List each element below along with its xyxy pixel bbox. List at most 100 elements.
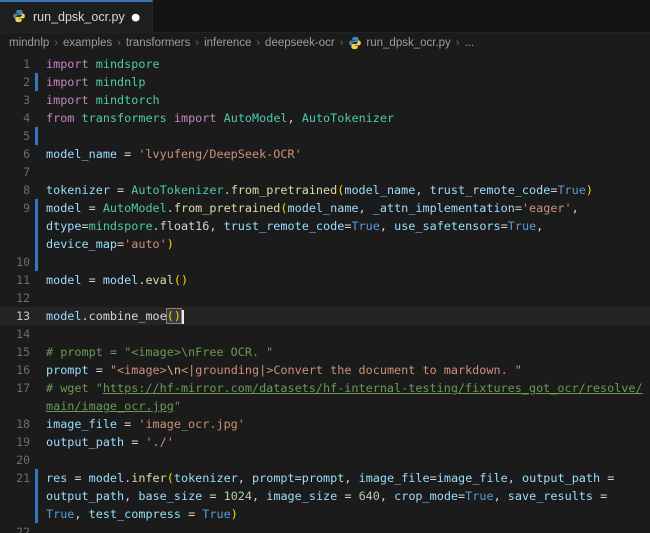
gutter	[30, 73, 46, 91]
code-line[interactable]: 3 import mindtorch	[0, 91, 650, 109]
code-token: True	[507, 219, 537, 233]
code-token: prompt	[252, 471, 295, 485]
code-line[interactable]: 1 import mindspore	[0, 55, 650, 73]
breadcrumb-item-inference[interactable]: inference	[204, 37, 251, 49]
code-token: mindtorch	[95, 93, 160, 107]
code-line[interactable]: 13 model.combine_moe()	[0, 307, 650, 325]
breadcrumb-separator: ›	[117, 37, 121, 49]
code-line[interactable]: 9 model = AutoModel.from_pretrained(model…	[0, 199, 650, 217]
code-text: tokenizer = AutoTokenizer.from_pretraine…	[46, 181, 650, 199]
code-line[interactable]: 6 model_name = 'lvyufeng/DeepSeek-OCR'	[0, 145, 650, 163]
breadcrumb-item--[interactable]: ...	[464, 37, 474, 49]
code-token: =	[514, 201, 522, 215]
code-token: output_path	[46, 435, 125, 449]
code-line[interactable]: 11 model = model.eval()	[0, 271, 650, 289]
line-number: 11	[16, 273, 30, 287]
gutter	[30, 325, 46, 343]
breadcrumb-label: examples	[62, 37, 113, 49]
code-token: mindspore	[88, 219, 153, 233]
code-line[interactable]: 4 from transformers import AutoModel, Aut…	[0, 109, 650, 127]
line-number: 10	[16, 255, 30, 269]
code-token: =	[600, 471, 615, 485]
code-line[interactable]: 15 # prompt = "<image>\nFree OCR. "	[0, 343, 650, 361]
code-editor[interactable]: 1 import mindspore 2 import mindnlp 3 import …	[0, 53, 650, 533]
breadcrumb-item-mindnlp[interactable]: mindnlp	[9, 37, 49, 49]
code-token: ,	[507, 471, 522, 485]
code-token: )	[230, 507, 238, 521]
modified-gutter-marker	[35, 73, 38, 91]
code-text: model = model.eval()	[46, 271, 650, 289]
code-line[interactable]: dtype=mindspore.float16, trust_remote_co…	[0, 217, 650, 235]
breadcrumb: mindnlp › examples › transformers › inference ›…	[0, 33, 650, 53]
code-line[interactable]: 19 output_path = './'	[0, 433, 650, 451]
code-token: =	[117, 147, 139, 161]
breadcrumb-separator: ›	[54, 37, 58, 49]
code-token: save_results	[507, 489, 594, 503]
line-number	[0, 505, 30, 523]
code-line[interactable]: 8 tokenizer = AutoTokenizer.from_pretrain…	[0, 181, 650, 199]
line-number: 4	[23, 111, 30, 125]
breadcrumb-label: run_dpsk_ocr.py	[366, 37, 451, 49]
gutter	[30, 271, 46, 289]
gutter	[30, 307, 46, 325]
line-number	[0, 235, 30, 253]
code-line[interactable]: 14	[0, 325, 650, 343]
code-line[interactable]: 17 # wget "https://hf-mirror.com/datasets…	[0, 379, 650, 397]
code-line[interactable]: 10	[0, 253, 650, 271]
code-token: ,	[536, 219, 544, 233]
code-line[interactable]: device_map='auto')	[0, 235, 650, 253]
code-token: model_name	[344, 183, 416, 197]
code-token: ,	[287, 111, 302, 125]
python-file-icon	[349, 36, 362, 50]
code-token: model	[46, 309, 82, 323]
code-token: import	[46, 93, 89, 107]
code-token: .	[223, 183, 231, 197]
code-token: ,	[415, 183, 430, 197]
code-token: ,	[571, 201, 579, 215]
code-token: =	[81, 201, 103, 215]
code-token: ,	[344, 471, 359, 485]
code-token: ,	[124, 489, 139, 503]
code-token: trust_remote_code	[223, 219, 345, 233]
code-line[interactable]: output_path, base_size = 1024, image_siz…	[0, 487, 650, 505]
code-text: output_path = './'	[46, 433, 650, 451]
gutter	[30, 505, 46, 523]
code-line[interactable]: 12	[0, 289, 650, 307]
breadcrumb-item-deepseek-ocr[interactable]: deepseek-ocr	[265, 37, 335, 49]
code-line[interactable]: 21 res = model.infer(tokenizer, prompt=pr…	[0, 469, 650, 487]
code-line[interactable]: 5	[0, 127, 650, 145]
breadcrumb-item-run-dpsk-ocr-py[interactable]: run_dpsk_ocr.py	[348, 36, 451, 50]
breadcrumb-item-transformers[interactable]: transformers	[126, 37, 191, 49]
line-number	[0, 217, 30, 235]
breadcrumb-label: deepseek-ocr	[265, 37, 335, 49]
code-line[interactable]: main/image_ocr.jpg"	[0, 397, 650, 415]
unsaved-changes-dot[interactable]: ●	[132, 11, 140, 24]
code-token: =	[117, 417, 139, 431]
gutter	[30, 397, 46, 415]
gutter	[30, 55, 46, 73]
line-number	[0, 397, 30, 415]
code-line[interactable]: 18 image_file = 'image_ocr.jpg'	[0, 415, 650, 433]
code-text: import mindtorch	[46, 91, 650, 109]
gutter	[30, 469, 46, 487]
code-token: prompt	[301, 471, 345, 485]
code-line[interactable]: 7	[0, 163, 650, 181]
line-number: 2	[23, 75, 30, 89]
code-line[interactable]: 22	[0, 523, 650, 533]
code-token: =	[500, 219, 508, 233]
code-token: # prompt = "<image>\nFree OCR. "	[46, 345, 274, 359]
breadcrumb-item-examples[interactable]: examples	[63, 37, 112, 49]
code-token: =	[202, 489, 224, 503]
code-line[interactable]: 16 prompt = "<image>\n<|grounding|>Conver…	[0, 361, 650, 379]
code-line[interactable]: True, test_compress = True)	[0, 505, 650, 523]
code-line[interactable]: 20	[0, 451, 650, 469]
code-token: image_file	[46, 417, 118, 431]
line-number: 9	[23, 201, 30, 215]
line-number	[0, 487, 30, 505]
tab-run-dpsk-ocr[interactable]: run_dpsk_ocr.py ●	[0, 0, 153, 32]
line-number: 5	[23, 129, 30, 143]
code-line[interactable]: 2 import mindnlp	[0, 73, 650, 91]
code-token: =	[294, 471, 302, 485]
